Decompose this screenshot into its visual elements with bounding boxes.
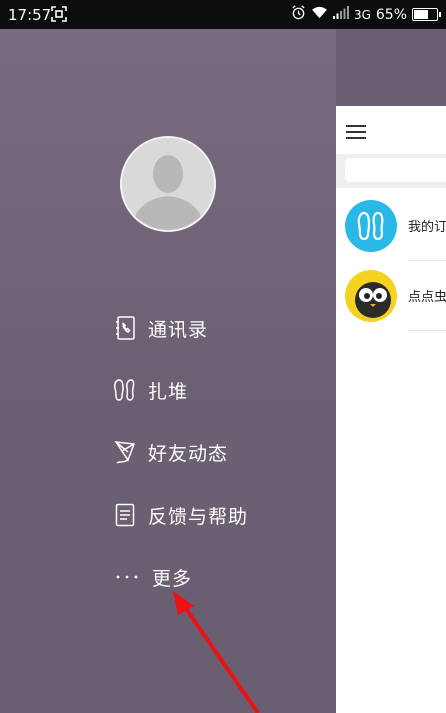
annotation-arrow bbox=[173, 591, 260, 713]
